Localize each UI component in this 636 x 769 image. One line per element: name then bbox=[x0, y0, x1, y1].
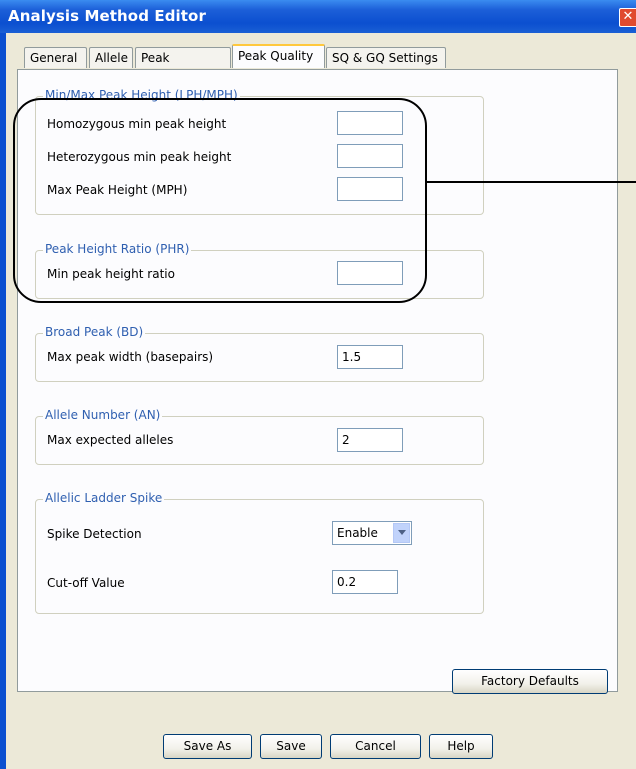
cutoff-value-label: Cut-off Value bbox=[47, 576, 125, 590]
factory-defaults-button[interactable]: Factory Defaults bbox=[452, 669, 608, 694]
tab-allele[interactable]: Allele bbox=[89, 47, 133, 68]
title-bar[interactable]: Analysis Method Editor ✕ bbox=[0, 0, 636, 33]
tab-label: General bbox=[30, 51, 78, 65]
group-allelic-ladder-spike: Allelic Ladder Spike bbox=[35, 491, 484, 614]
group-title: Broad Peak (BD) bbox=[43, 325, 146, 339]
window-title: Analysis Method Editor bbox=[8, 7, 206, 25]
tab-sq-gq-settings[interactable]: SQ & GQ Settings bbox=[326, 47, 446, 68]
tab-label: Allele bbox=[95, 51, 128, 65]
cancel-button[interactable]: Cancel bbox=[330, 734, 421, 759]
tab-label: Peak Quality bbox=[238, 49, 314, 63]
max-expected-alleles-label: Max expected alleles bbox=[47, 433, 174, 447]
max-peak-width-input[interactable]: 1.5 bbox=[337, 345, 403, 369]
spike-detection-label: Spike Detection bbox=[47, 527, 142, 541]
tab-peak-detector[interactable]: Peak Detector bbox=[135, 47, 231, 85]
tab-label: SQ & GQ Settings bbox=[332, 51, 438, 65]
close-icon[interactable]: ✕ bbox=[619, 8, 636, 27]
spike-detection-select[interactable]: Enable bbox=[332, 521, 412, 545]
annotation-callout bbox=[13, 98, 427, 303]
spike-detection-value: Enable bbox=[337, 526, 378, 540]
tab-general[interactable]: General bbox=[24, 47, 87, 68]
tab-peak-quality[interactable]: Peak Quality bbox=[232, 44, 325, 68]
save-button[interactable]: Save bbox=[260, 734, 322, 759]
max-expected-alleles-input[interactable]: 2 bbox=[337, 428, 403, 452]
group-title: Allele Number (AN) bbox=[43, 408, 163, 422]
window-left-border bbox=[0, 33, 6, 769]
max-peak-width-label: Max peak width (basepairs) bbox=[47, 350, 214, 364]
save-as-button[interactable]: Save As bbox=[163, 734, 252, 759]
help-button[interactable]: Help bbox=[429, 734, 493, 759]
cutoff-value-input[interactable]: 0.2 bbox=[332, 570, 398, 594]
annotation-leader-line bbox=[427, 181, 636, 183]
chevron-down-icon[interactable] bbox=[393, 523, 410, 543]
group-title: Allelic Ladder Spike bbox=[43, 491, 165, 505]
